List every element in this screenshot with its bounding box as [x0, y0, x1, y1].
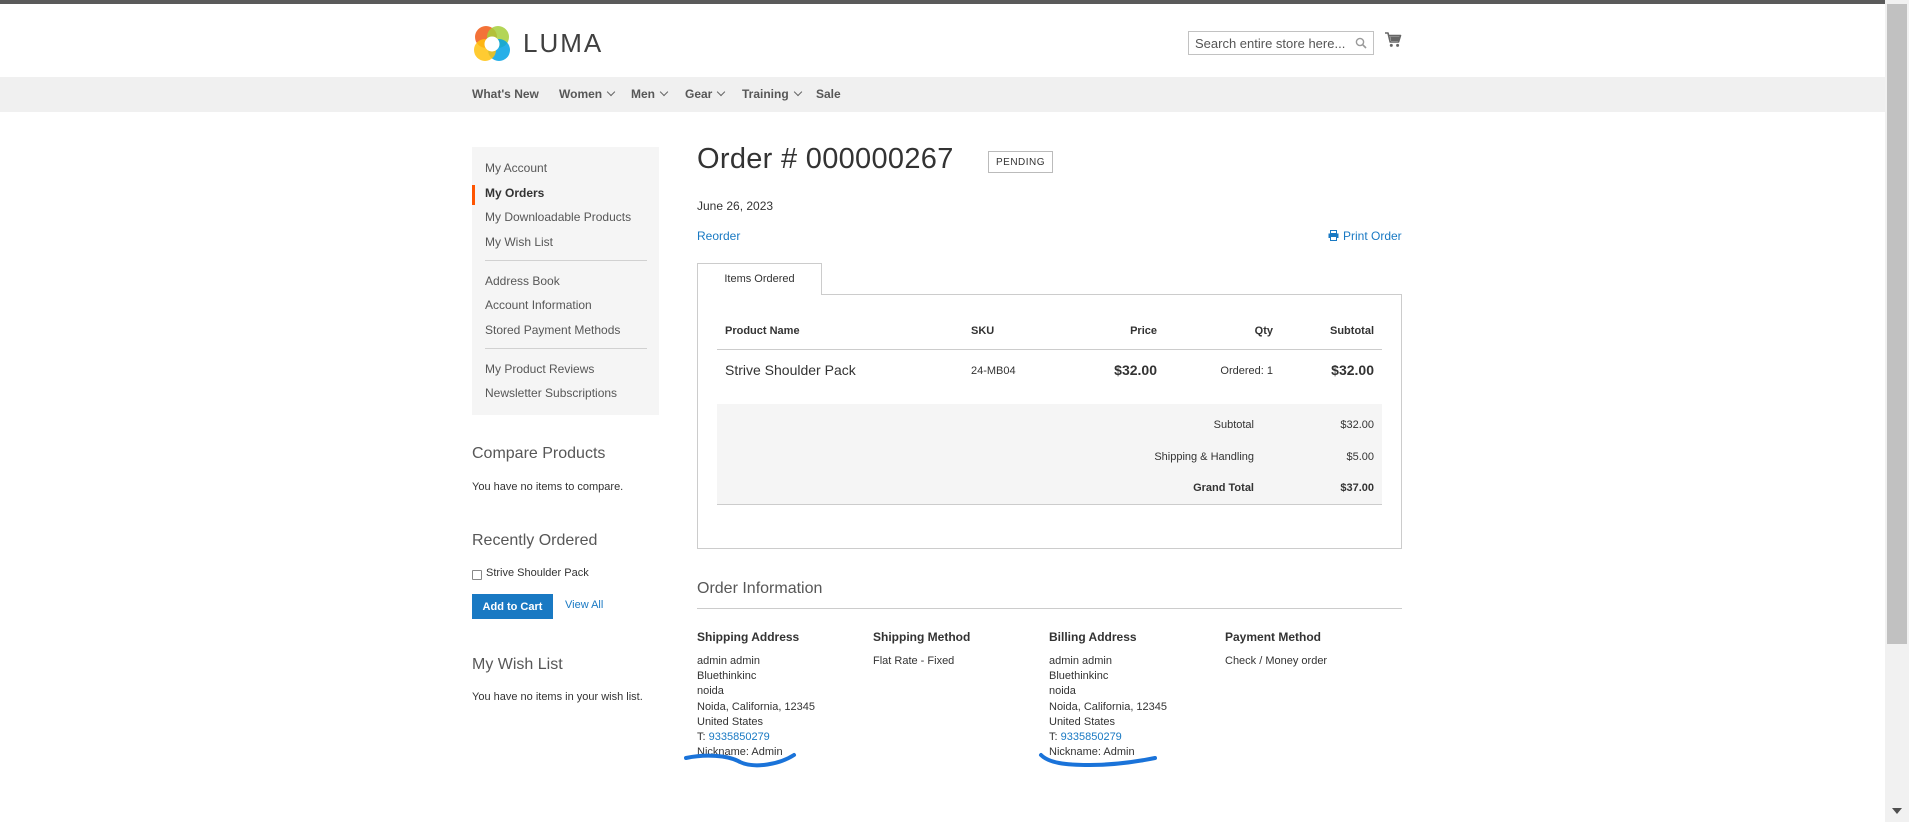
- shipping-method-value: Flat Rate - Fixed: [873, 655, 955, 667]
- main-navigation: What's New Women Men Gear Training Sale: [0, 77, 1885, 112]
- scrollbar-thumb[interactable]: [1887, 4, 1907, 644]
- nav-item-men[interactable]: Men: [631, 87, 669, 101]
- tab-items-ordered[interactable]: Items Ordered: [697, 263, 822, 295]
- page-header: LUMA: [0, 4, 1885, 77]
- wish-list-title: My Wish List: [472, 656, 563, 673]
- billing-address-title: Billing Address: [1049, 630, 1137, 644]
- sidebar-item-my-orders: My Orders: [485, 186, 545, 200]
- column-header-subtotal: Subtotal: [1330, 325, 1374, 337]
- chevron-down-icon: [793, 87, 802, 97]
- status-badge: PENDING: [988, 151, 1054, 173]
- item-price: $32.00: [1114, 362, 1157, 378]
- payment-method-value: Check / Money order: [1225, 655, 1328, 667]
- order-information-title: Order Information: [697, 580, 823, 597]
- compare-products-empty-text: You have no items to compare.: [472, 481, 624, 493]
- shipping-phone-link[interactable]: 9335850279: [709, 731, 770, 743]
- print-order-link[interactable]: Print Order: [1328, 229, 1402, 243]
- item-qty: Ordered: 1: [1220, 365, 1273, 377]
- recent-item-name[interactable]: Strive Shoulder Pack: [486, 567, 589, 579]
- chevron-down-icon: [659, 87, 669, 97]
- sidebar-item-account-information[interactable]: Account Information: [485, 298, 592, 312]
- totals-value-shipping: $5.00: [1346, 451, 1374, 463]
- totals-label-subtotal: Subtotal: [1213, 419, 1254, 431]
- recently-ordered-title: Recently Ordered: [472, 532, 598, 549]
- item-product-name: Strive Shoulder Pack: [725, 362, 856, 378]
- logo-text[interactable]: LUMA: [523, 28, 603, 59]
- billing-nickname: Nickname: Admin: [1049, 746, 1135, 759]
- sidebar-item-downloadable-products[interactable]: My Downloadable Products: [485, 210, 631, 224]
- sidebar-divider: [485, 348, 647, 349]
- item-subtotal: $32.00: [1331, 362, 1374, 378]
- view-all-link[interactable]: View All: [565, 599, 603, 611]
- table-header-divider: [717, 349, 1382, 350]
- totals-value-subtotal: $32.00: [1340, 419, 1374, 431]
- recent-item-checkbox[interactable]: [472, 570, 482, 580]
- wish-list-empty-text: You have no items in your wish list.: [472, 691, 643, 703]
- payment-method-title: Payment Method: [1225, 630, 1322, 644]
- nav-item-whats-new[interactable]: What's New: [472, 87, 539, 101]
- sidebar-item-my-account[interactable]: My Account: [485, 161, 547, 175]
- nav-item-training[interactable]: Training: [742, 87, 802, 101]
- search-icon[interactable]: [1355, 37, 1367, 49]
- order-totals: [717, 404, 1382, 505]
- luma-logo-icon[interactable]: [472, 24, 512, 64]
- column-header-product-name: Product Name: [725, 325, 800, 337]
- sidebar-item-stored-payment-methods[interactable]: Stored Payment Methods: [485, 323, 620, 337]
- shipping-address: admin admin Bluethinkinc noida Noida, Ca…: [697, 654, 815, 760]
- column-header-sku: SKU: [971, 325, 995, 337]
- billing-address: admin admin Bluethinkinc noida Noida, Ca…: [1049, 654, 1167, 760]
- reorder-link[interactable]: Reorder: [697, 229, 740, 243]
- billing-phone-link[interactable]: 9335850279: [1061, 731, 1122, 743]
- nav-item-sale[interactable]: Sale: [816, 87, 841, 101]
- totals-bottom-divider: [717, 504, 1382, 505]
- order-information-divider: [697, 608, 1402, 609]
- totals-value-grand-total: $37.00: [1340, 482, 1374, 494]
- account-sidebar: My Account My Orders My Downloadable Pro…: [472, 147, 659, 415]
- page-title: Order # 000000267: [697, 143, 954, 175]
- order-date: June 26, 2023: [697, 199, 774, 213]
- shipping-nickname: Nickname: Admin: [697, 746, 783, 759]
- chevron-down-icon: [717, 87, 726, 97]
- active-item-marker: [472, 185, 475, 205]
- cart-icon[interactable]: [1384, 31, 1402, 49]
- nav-item-gear[interactable]: Gear: [685, 87, 726, 101]
- printer-icon: [1328, 230, 1339, 242]
- shipping-address-title: Shipping Address: [697, 630, 800, 644]
- sidebar-divider: [485, 260, 647, 261]
- nav-item-women[interactable]: Women: [559, 87, 616, 101]
- scroll-down-arrow-icon[interactable]: [1892, 808, 1902, 814]
- search-box[interactable]: [1188, 31, 1374, 55]
- add-to-cart-button[interactable]: Add to Cart: [472, 594, 553, 619]
- shipping-method-title: Shipping Method: [873, 630, 971, 644]
- chevron-down-icon: [606, 87, 616, 97]
- search-input[interactable]: [1195, 34, 1345, 52]
- sidebar-item-wish-list[interactable]: My Wish List: [485, 235, 553, 249]
- compare-products-title: Compare Products: [472, 445, 606, 462]
- column-header-price: Price: [1130, 325, 1157, 337]
- sidebar-item-product-reviews[interactable]: My Product Reviews: [485, 362, 594, 376]
- item-sku: 24-MB04: [971, 365, 1016, 377]
- page-scrollbar[interactable]: [1885, 0, 1909, 822]
- sidebar-item-address-book[interactable]: Address Book: [485, 274, 560, 288]
- totals-label-shipping: Shipping & Handling: [1154, 451, 1254, 463]
- column-header-qty: Qty: [1254, 325, 1273, 337]
- totals-label-grand-total: Grand Total: [1193, 482, 1254, 494]
- sidebar-item-newsletter-subscriptions[interactable]: Newsletter Subscriptions: [485, 386, 617, 400]
